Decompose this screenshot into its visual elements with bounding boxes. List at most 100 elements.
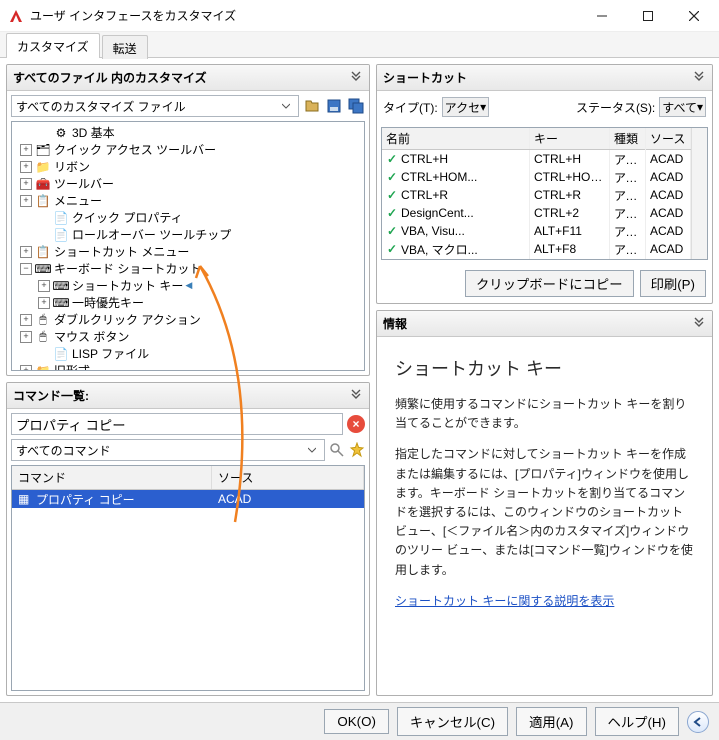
clear-search-button[interactable]: × bbox=[347, 415, 365, 433]
tree-node[interactable]: 旧形式 bbox=[54, 362, 90, 371]
command-search-input[interactable] bbox=[11, 413, 343, 435]
collapse-icon[interactable] bbox=[349, 389, 363, 403]
type-combo[interactable]: アクセ▾ bbox=[442, 97, 489, 117]
info-paragraph: 頻繁に使用するコマンドにショートカット キーを割り当てることができます。 bbox=[395, 395, 694, 433]
shortcut-key: ALT+F11 bbox=[530, 222, 610, 240]
shortcut-row[interactable]: ✓CTRL+HOM...CTRL+HOMEアク...ACAD bbox=[382, 168, 691, 186]
tree-node-keyboard-shortcuts[interactable]: キーボード ショートカット bbox=[54, 260, 201, 277]
open-cui-button[interactable] bbox=[303, 97, 321, 115]
command-filter-combo[interactable]: すべてのコマンド bbox=[11, 439, 325, 461]
customizations-panel-header: すべてのファイル 内のカスタマイズ bbox=[7, 65, 369, 91]
tree-node-shortcut-keys[interactable]: ショートカット キー bbox=[72, 277, 183, 294]
info-panel-header: 情報 bbox=[377, 311, 712, 337]
tree-node[interactable]: リボン bbox=[54, 158, 90, 175]
scrollbar[interactable] bbox=[691, 128, 707, 259]
tree-node[interactable]: ショートカット メニュー bbox=[54, 243, 189, 260]
expand-dialog-button[interactable] bbox=[687, 711, 709, 733]
tree-node[interactable]: クイック プロパティ bbox=[72, 209, 183, 226]
shortcut-name: CTRL+R bbox=[401, 188, 448, 202]
shortcut-key: CTRL+R bbox=[530, 186, 610, 204]
column-header-source[interactable]: ソース bbox=[212, 466, 364, 489]
expand-icon[interactable]: + bbox=[20, 144, 32, 156]
status-combo[interactable]: すべて▾ bbox=[659, 97, 706, 117]
col-source[interactable]: ソース bbox=[646, 128, 691, 149]
shortcut-source: ACAD bbox=[646, 150, 691, 168]
chevron-down-icon bbox=[278, 102, 294, 110]
shortcut-row[interactable]: ✓CTRL+HCTRL+Hアク...ACAD bbox=[382, 150, 691, 168]
command-row-selected[interactable]: ▦プロパティ コピー ACAD bbox=[12, 490, 364, 508]
help-button[interactable]: ヘルプ(H) bbox=[595, 707, 680, 736]
shortcut-row[interactable]: ✓VBA, Visu...ALT+F11アク...ACAD bbox=[382, 222, 691, 240]
copy-to-clipboard-button[interactable]: クリップボードにコピー bbox=[465, 270, 634, 297]
tree-node[interactable]: メニュー bbox=[54, 192, 102, 209]
keyboard-icon: ⌨ bbox=[35, 261, 51, 277]
tree-node[interactable]: ロールオーバー ツールチップ bbox=[72, 226, 231, 243]
save-cui-button[interactable] bbox=[325, 97, 343, 115]
expand-icon[interactable]: + bbox=[20, 178, 32, 190]
shortcut-row[interactable]: ✓DesignCent...CTRL+2アク...ACAD bbox=[382, 204, 691, 222]
cancel-button[interactable]: キャンセル(C) bbox=[397, 707, 508, 736]
customization-tree[interactable]: ⚙3D 基本 +🗂クイック アクセス ツールバー +📁リボン +🧰ツールバー +… bbox=[11, 121, 365, 371]
maximize-button[interactable] bbox=[625, 0, 671, 32]
save-all-cui-button[interactable] bbox=[347, 97, 365, 115]
expand-icon[interactable]: + bbox=[38, 280, 50, 292]
close-button[interactable] bbox=[671, 0, 717, 32]
apply-button[interactable]: 適用(A) bbox=[516, 707, 586, 736]
col-key[interactable]: キー bbox=[530, 128, 610, 149]
dialog-footer: OK(O) キャンセル(C) 適用(A) ヘルプ(H) bbox=[0, 702, 719, 740]
column-header-command[interactable]: コマンド bbox=[12, 466, 212, 489]
shortcut-row[interactable]: ✓VBA, マクロ...ALT+F8アク...ACAD bbox=[382, 240, 691, 258]
cui-file-combo[interactable]: すべてのカスタマイズ ファイル bbox=[11, 95, 299, 117]
tree-node[interactable]: マウス ボタン bbox=[54, 328, 129, 345]
tree-node[interactable]: LISP ファイル bbox=[72, 345, 149, 362]
expand-icon[interactable]: + bbox=[20, 331, 32, 343]
tab-customize[interactable]: カスタマイズ bbox=[6, 33, 100, 58]
title-bar: ユーザ インタフェースをカスタマイズ bbox=[0, 0, 719, 32]
tree-node[interactable]: ツールバー bbox=[54, 175, 114, 192]
expand-icon[interactable]: + bbox=[20, 161, 32, 173]
col-type[interactable]: 種類 bbox=[610, 128, 646, 149]
shortcut-source: ACAD bbox=[646, 222, 691, 240]
collapse-icon[interactable]: − bbox=[20, 263, 32, 275]
col-name[interactable]: 名前 bbox=[382, 128, 530, 149]
shortcut-row[interactable]: ✓CTRL+RCTRL+Rアク...ACAD bbox=[382, 186, 691, 204]
collapse-icon[interactable] bbox=[349, 71, 363, 85]
check-icon: ✓ bbox=[386, 206, 398, 220]
toolbar-icon: 🧰 bbox=[35, 176, 51, 192]
tab-transfer[interactable]: 転送 bbox=[102, 35, 148, 59]
expand-icon[interactable]: + bbox=[38, 297, 50, 309]
tree-node[interactable]: ダブルクリック アクション bbox=[54, 311, 201, 328]
info-help-link[interactable]: ショートカット キーに関する説明を表示 bbox=[395, 594, 614, 608]
shortcut-row[interactable]: ✓オブジェクト...CTRL+1アク...ACAD bbox=[382, 258, 691, 259]
command-icon: ▦ bbox=[18, 492, 32, 506]
find-button[interactable] bbox=[329, 442, 345, 458]
minimize-button[interactable] bbox=[579, 0, 625, 32]
tree-node[interactable]: クイック アクセス ツールバー bbox=[54, 141, 216, 158]
shortcuts-table[interactable]: 名前 キー 種類 ソース ✓CTRL+HCTRL+Hアク...ACAD✓CTRL… bbox=[381, 127, 708, 260]
tree-node[interactable]: 3D 基本 bbox=[72, 124, 115, 141]
menu-icon: 📋 bbox=[35, 193, 51, 209]
tree-node[interactable]: 一時優先キー bbox=[72, 294, 144, 311]
collapse-icon[interactable] bbox=[692, 71, 706, 85]
shortcut-type: アク... bbox=[610, 257, 646, 260]
command-list[interactable]: コマンド ソース ▦プロパティ コピー ACAD bbox=[11, 465, 365, 691]
collapse-icon[interactable] bbox=[692, 317, 706, 331]
mouse-icon: 🖱 bbox=[35, 329, 51, 345]
expand-icon[interactable]: + bbox=[20, 246, 32, 258]
shortcut-key: CTRL+2 bbox=[530, 204, 610, 222]
tab-bar: カスタマイズ 転送 bbox=[0, 32, 719, 58]
expand-icon[interactable]: + bbox=[20, 314, 32, 326]
shortcut-name: DesignCent... bbox=[401, 206, 474, 220]
ok-button[interactable]: OK(O) bbox=[324, 709, 389, 734]
expand-icon[interactable]: + bbox=[20, 195, 32, 207]
chevron-down-icon: ▾ bbox=[697, 100, 703, 114]
new-command-button[interactable] bbox=[349, 442, 365, 458]
status-label: ステータス(S): bbox=[576, 99, 655, 116]
gear-icon: ⚙ bbox=[53, 125, 69, 141]
print-button[interactable]: 印刷(P) bbox=[640, 270, 706, 297]
expand-icon[interactable]: + bbox=[20, 365, 32, 372]
app-logo-icon bbox=[8, 8, 24, 24]
shortcut-name: CTRL+H bbox=[401, 152, 448, 166]
command-list-header: コマンド一覧: bbox=[7, 383, 369, 409]
command-source: ACAD bbox=[212, 492, 364, 506]
